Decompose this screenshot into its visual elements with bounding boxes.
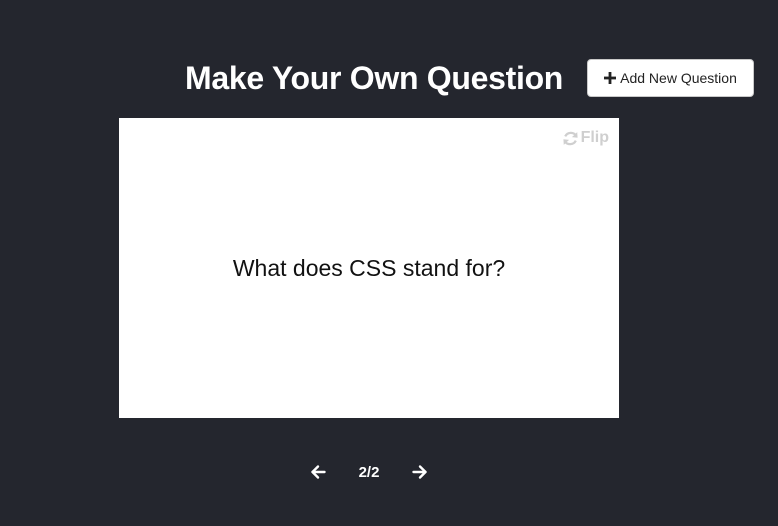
arrow-right-icon — [412, 465, 427, 479]
card-navigation: 2/2 — [300, 456, 438, 488]
arrow-left-icon — [311, 465, 326, 479]
add-new-question-label: Add New Question — [620, 70, 737, 86]
page-title: Make Your Own Question — [185, 60, 564, 96]
question-text: What does CSS stand for? — [232, 254, 506, 281]
previous-button[interactable] — [300, 456, 336, 488]
plus-icon — [604, 72, 617, 84]
card-counter: 2/2 — [358, 463, 380, 481]
page: Make Your Own Question Add New Question … — [0, 0, 778, 526]
flashcard[interactable]: Flip What does CSS stand for? — [119, 118, 619, 418]
add-new-question-button[interactable]: Add New Question — [587, 59, 754, 97]
next-button[interactable] — [402, 456, 438, 488]
